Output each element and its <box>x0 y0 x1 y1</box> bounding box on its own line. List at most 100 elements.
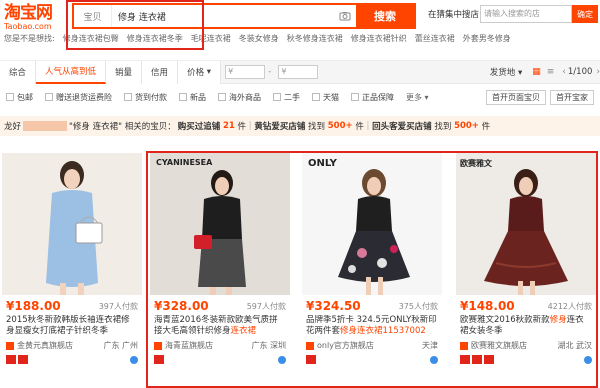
checkbox[interactable] <box>179 93 187 101</box>
hot-suggestion[interactable]: 秋冬修身连衣裙 <box>283 33 347 47</box>
hot-search-suggestions: 您是不是想找: 修身连衣裙包臀 修身连衣裙冬季 毛呢连衣裙 冬装女修身 秋冬修身… <box>0 33 600 47</box>
hot-suggestion[interactable]: 修身连衣裙包臀 <box>59 33 123 47</box>
product-card[interactable]: ¥188.00 397人付款 2015秋冬新款韩版长袖连衣裙修身显瘦女打底裙子针织… <box>2 153 142 388</box>
product-title[interactable]: 2015秋冬新款韩版长袖连衣裙修身显瘦女打底裙子针织冬季 <box>6 315 138 337</box>
shop-search-input[interactable]: 请输入搜索的店 <box>480 5 572 23</box>
hot-suggestion[interactable]: 冬装女修身 <box>235 33 283 47</box>
filter-free-shipping[interactable]: 包邮 <box>6 92 33 103</box>
promo-badge-icon <box>18 355 28 364</box>
camera-icon[interactable] <box>334 5 356 27</box>
checkbox[interactable] <box>312 93 320 101</box>
related-link-purchased[interactable]: 购买过追铺 <box>178 120 221 132</box>
filter-more[interactable]: 更多 ▾ <box>406 92 429 103</box>
related-link-diamond[interactable]: 黄钻爱买店铺 <box>254 120 305 132</box>
shop-link[interactable]: 海青蓝旗舰店 <box>154 340 213 351</box>
checkbox[interactable] <box>45 93 53 101</box>
price-row: ¥328.00 597人付款 <box>154 299 286 313</box>
search-type-select[interactable]: 宝贝 <box>74 5 112 27</box>
shop-search-label: 在猜集中搜店 <box>428 10 480 20</box>
shop-location: 广东 深圳 <box>251 341 286 350</box>
product-title[interactable]: 品牌季5折卡 324.5元ONLY秋新印花两件套修身连衣裙11537002 <box>306 315 438 337</box>
tmall-badge-icon <box>306 355 316 364</box>
related-link-return[interactable]: 回头客爱买店铺 <box>372 120 432 132</box>
filter-button-1[interactable]: 首开页面宝贝 <box>486 89 546 105</box>
list-view-icon[interactable]: ≡ <box>547 67 555 77</box>
filter-new[interactable]: 新品 <box>179 92 206 103</box>
shop-location: 广东 广州 <box>103 341 138 350</box>
checkbox[interactable] <box>351 93 359 101</box>
filter-button-2[interactable]: 首开宝家 <box>550 89 594 105</box>
product-image[interactable]: CYANINESEA <box>150 153 290 295</box>
filter-label: 海外商品 <box>229 92 261 102</box>
blurred-username <box>23 121 68 131</box>
filter-more-label: 更多 <box>406 92 422 102</box>
shop-link[interactable]: only官方旗舰店 <box>306 340 374 351</box>
filter-tmall[interactable]: 天猫 <box>312 92 339 103</box>
filter-cod[interactable]: 货到付款 <box>124 92 167 103</box>
related-unit: 件 <box>355 122 364 132</box>
hot-suggestion[interactable]: 修身连衣裙冬季 <box>123 33 187 47</box>
product-image[interactable] <box>2 153 142 295</box>
grid-view-icon[interactable]: ▦ <box>532 67 541 77</box>
hot-suggestion[interactable]: 蕾丝连衣裙 <box>411 33 459 47</box>
sort-tab-sales[interactable]: 销量 <box>106 60 143 84</box>
search-input[interactable]: 修身 连衣裙 <box>112 5 334 27</box>
taobao-logo[interactable]: 淘宝网 Taobao.com <box>4 4 62 31</box>
product-brand: CYANINESEA <box>156 158 213 167</box>
tmall-badge-icon <box>6 355 16 364</box>
sort-bar: 综合 人气从高到低 销量 信用 价格 ▾ ¥ - ¥ 发货地 ▾ ▦ ≡ ‹ 1… <box>0 60 600 84</box>
filter-overseas[interactable]: 海外商品 <box>218 92 261 103</box>
checkbox[interactable] <box>273 93 281 101</box>
shop-search-button[interactable]: 确定 <box>572 5 598 23</box>
product-title[interactable]: 欧赛雅文2016秋款新款修身连衣裙女装冬季 <box>460 315 592 337</box>
shop-row: 欧赛雅文旗舰店 湖北 武汉 <box>460 340 592 351</box>
wangwang-icon[interactable] <box>278 355 286 364</box>
product-card[interactable]: CYANINESEA ¥328.00 597人付款 海青蓝2016冬装新款欧美气质… <box>150 153 290 388</box>
wangwang-icon[interactable] <box>130 355 138 364</box>
hot-suggestion[interactable]: 毛呢连衣裙 <box>187 33 235 47</box>
checkbox[interactable] <box>124 93 132 101</box>
product-title[interactable]: 海青蓝2016冬装新款欧美气质拼接大毛高领针织修身连衣裙 <box>154 315 286 337</box>
badge-row <box>154 355 286 364</box>
shop-link[interactable]: 金黄元真旗舰店 <box>6 340 73 351</box>
product-card[interactable]: ONLY ¥324.50 375人付款 品牌季5折卡 324.5元ONLY秋新印花… <box>302 153 442 388</box>
filter-label: 新品 <box>190 92 206 102</box>
filter-second-hand[interactable]: 二手 <box>273 92 300 103</box>
sort-tab-credit[interactable]: 信用 <box>142 60 179 84</box>
shop-location: 天津 <box>422 341 438 350</box>
product-card[interactable]: 欧赛雅文 ¥148.00 4212人付款 欧赛雅文2016秋款新款修身连衣裙女装冬… <box>456 153 596 388</box>
checkbox[interactable] <box>6 93 14 101</box>
filter-return-insurance[interactable]: 赠送退货运费险 <box>45 92 112 103</box>
product-image[interactable]: ONLY <box>302 153 442 295</box>
chevron-down-icon: ▾ <box>517 68 523 78</box>
search-button[interactable]: 搜索 <box>356 5 414 27</box>
wangwang-icon[interactable] <box>430 355 438 364</box>
price-row: ¥324.50 375人付款 <box>306 299 438 313</box>
filter-genuine[interactable]: 正品保障 <box>351 92 394 103</box>
sort-tab-price[interactable]: 价格 ▾ <box>178 60 222 84</box>
filter-label: 正品保障 <box>362 92 394 102</box>
badge-group <box>460 355 494 364</box>
hot-suggestion[interactable]: 外套男冬修身 <box>459 33 515 47</box>
hot-suggestion[interactable]: 修身连衣裙针织 <box>347 33 411 47</box>
related-prefix: 龙好 <box>4 122 22 132</box>
paid-count: 397人付款 <box>98 301 138 311</box>
next-page-icon[interactable]: › <box>596 67 600 77</box>
price-from-input[interactable]: ¥ <box>225 65 266 79</box>
prev-page-icon[interactable]: ‹ <box>562 67 566 77</box>
price-to-input[interactable]: ¥ <box>278 65 319 79</box>
ship-from-select[interactable]: 发货地 ▾ <box>490 66 523 78</box>
sort-tab-popularity[interactable]: 人气从高到低 <box>36 60 107 84</box>
product-title-a: 品牌季5折卡 324.5元ONLY秋新 <box>306 315 429 325</box>
wangwang-icon[interactable] <box>584 355 592 364</box>
product-image[interactable]: 欧赛雅文 <box>456 153 596 295</box>
price-row: ¥188.00 397人付款 <box>6 299 138 313</box>
related-results-bar: 龙好 "修身 连衣裙" 相关的宝贝： 购买过追铺 21 件 | 黄钻爱买店铺 找… <box>0 116 600 136</box>
shop-link[interactable]: 欧赛雅文旗舰店 <box>460 340 527 351</box>
filter-label: 天猫 <box>323 92 339 102</box>
product-brand: 欧赛雅文 <box>460 159 492 168</box>
shop-location: 湖北 武汉 <box>557 341 592 350</box>
sort-tab-default[interactable]: 综合 <box>0 60 37 84</box>
checkbox[interactable] <box>218 93 226 101</box>
product-title-highlight: 连衣裙 <box>230 326 257 336</box>
